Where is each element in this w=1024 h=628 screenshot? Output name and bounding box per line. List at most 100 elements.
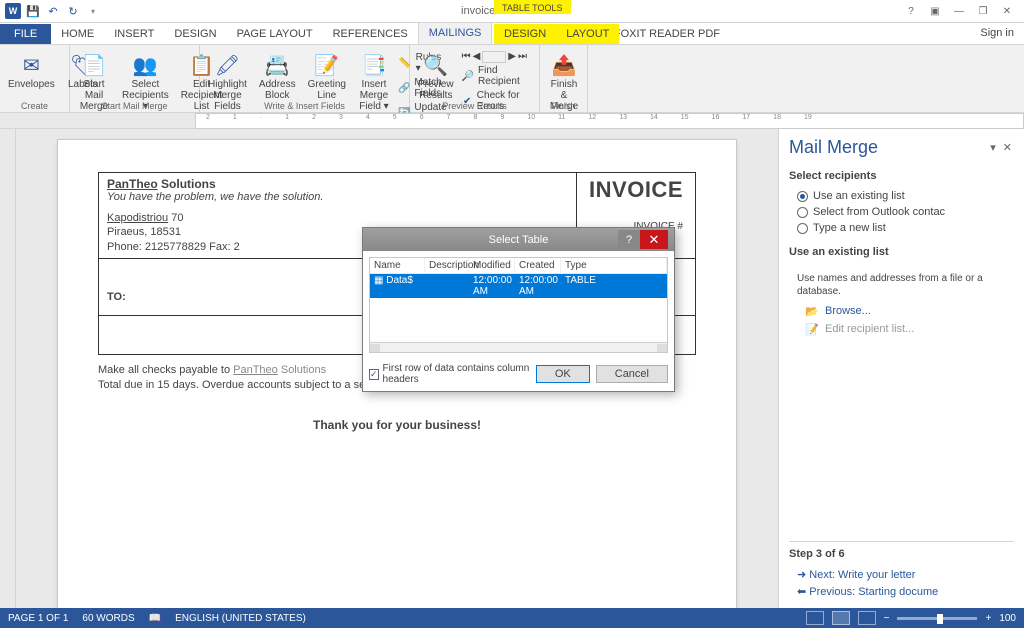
redo-icon[interactable]: ↻ [64, 2, 82, 20]
table-header-row: Name Description Modified Created Type [370, 258, 667, 274]
page-indicator[interactable]: PAGE 1 OF 1 [8, 613, 68, 624]
envelope-icon: ✉ [15, 51, 47, 79]
web-layout-button[interactable] [858, 611, 876, 625]
tab-insert[interactable]: INSERT [104, 24, 164, 44]
company-slogan: You have the problem, we have the soluti… [107, 191, 568, 203]
print-layout-button[interactable] [832, 611, 850, 625]
preview-results-button[interactable]: 🔍Preview Results [414, 49, 458, 103]
status-bar: PAGE 1 OF 1 60 WORDS 📖 ENGLISH (UNITED S… [0, 608, 1024, 628]
word-count[interactable]: 60 WORDS [82, 613, 134, 624]
table-list[interactable]: Name Description Modified Created Type ▦… [369, 257, 668, 353]
undo-icon[interactable]: ↶ [44, 2, 62, 20]
next-record-icon[interactable]: ▶ [508, 51, 516, 63]
company-name: PanTheo Solutions [107, 177, 568, 191]
find-icon: 🔎 [462, 69, 474, 83]
tab-design[interactable]: DESIGN [164, 24, 226, 44]
col-type[interactable]: Type [561, 258, 667, 273]
finish-icon: 📤 [548, 51, 580, 79]
col-created[interactable]: Created [515, 258, 561, 273]
tab-page-layout[interactable]: PAGE LAYOUT [227, 24, 323, 44]
edit-icon: 📝 [805, 323, 819, 335]
help-icon[interactable]: ? [904, 6, 918, 17]
qat-dropdown-icon[interactable]: ▾ [84, 2, 102, 20]
dialog-titlebar[interactable]: Select Table ? ✕ [363, 228, 674, 251]
read-mode-button[interactable] [806, 611, 824, 625]
dialog-close-button[interactable]: ✕ [640, 230, 668, 249]
col-modified[interactable]: Modified [469, 258, 515, 273]
ribbon: ✉Envelopes 🏷Labels Create 📄 Start Mail Me… [0, 45, 1024, 113]
radio-outlook-contacts[interactable]: Select from Outlook contac [789, 204, 1014, 220]
task-pane-menu[interactable]: ▾ ✕ [990, 141, 1014, 154]
zoom-level[interactable]: 100 [999, 613, 1016, 624]
prev-step-link[interactable]: ⬅ Previous: Starting docume [789, 583, 1014, 600]
select-recipients-header: Select recipients [789, 170, 1014, 182]
address-icon: 📇 [261, 51, 293, 79]
horizontal-ruler-area: 21·12345678910111213141516171819 [0, 113, 1024, 129]
folder-icon: 📂 [805, 305, 819, 317]
thank-you-text: Thank you for your business! [98, 418, 696, 432]
language-indicator[interactable]: ENGLISH (UNITED STATES) [175, 613, 306, 624]
table-row[interactable]: ▦ Data$ 12:00:00 AM 12:00:00 AM TABLE [370, 274, 667, 298]
save-icon[interactable]: 💾 [24, 2, 42, 20]
radio-icon [797, 191, 808, 202]
radio-use-existing-list[interactable]: Use an existing list [789, 188, 1014, 204]
minimize-icon[interactable]: — [952, 6, 966, 17]
first-row-headers-checkbox[interactable]: ✓ First row of data contains column head… [369, 363, 530, 385]
group-label: Finish [540, 101, 587, 111]
ribbon-display-icon[interactable]: ▣ [928, 6, 942, 17]
task-pane-footer: Step 3 of 6 ➜ Next: Write your letter ⬅ … [789, 541, 1014, 600]
last-record-icon[interactable]: ⏭ [518, 51, 527, 63]
ok-button[interactable]: OK [536, 365, 590, 383]
close-icon[interactable]: ✕ [1000, 6, 1014, 17]
tab-mailings[interactable]: MAILINGS [418, 22, 493, 44]
tab-file[interactable]: FILE [0, 24, 51, 44]
edit-recipient-list-link: 📝Edit recipient list... [789, 320, 1014, 338]
context-tab-header: TABLE TOOLS [494, 0, 571, 14]
cancel-button[interactable]: Cancel [596, 365, 668, 383]
next-step-link[interactable]: ➜ Next: Write your letter [789, 566, 1014, 583]
task-pane-title: Mail Merge ▾ ✕ [789, 137, 1014, 158]
tab-table-design[interactable]: DESIGN [494, 24, 556, 44]
greeting-line-button[interactable]: 📝Greeting Line [304, 49, 350, 103]
group-label: Start Mail Merge [70, 101, 199, 111]
find-recipient-button[interactable]: 🔎Find Recipient [462, 64, 535, 88]
tab-home[interactable]: HOME [51, 24, 104, 44]
record-nav[interactable]: ⏮ ◀ ▶ ⏭ [462, 51, 535, 63]
first-record-icon[interactable]: ⏮ [462, 51, 471, 63]
record-number-input[interactable] [482, 51, 506, 63]
recipients-icon: 👥 [129, 51, 161, 79]
signin-link[interactable]: Sign in [980, 27, 1014, 39]
radio-type-new-list[interactable]: Type a new list [789, 220, 1014, 236]
prev-record-icon[interactable]: ◀ [473, 51, 481, 63]
mail-merge-icon: 📄 [78, 51, 110, 79]
select-table-dialog: Select Table ? ✕ Name Description Modifi… [362, 227, 675, 392]
sheet-icon: ▦ [374, 275, 383, 286]
tab-table-layout[interactable]: LAYOUT [556, 24, 619, 44]
group-label: Create [0, 101, 69, 111]
horizontal-ruler[interactable]: 21·12345678910111213141516171819 [195, 113, 1024, 129]
title-bar: W 💾 ↶ ↻ ▾ invoices.docx - Word TABLE TOO… [0, 0, 1024, 23]
group-preview-results: 🔍Preview Results ⏮ ◀ ▶ ⏭ 🔎Find Recipient… [410, 45, 540, 112]
tab-references[interactable]: REFERENCES [323, 24, 418, 44]
match-icon: 🔗 [398, 81, 410, 95]
tab-foxit[interactable]: FOXIT READER PDF [604, 24, 730, 44]
vertical-ruler[interactable] [0, 129, 16, 608]
invoice-title: INVOICE [589, 177, 683, 203]
group-create: ✉Envelopes 🏷Labels Create [0, 45, 70, 112]
browse-link[interactable]: 📂Browse... [789, 302, 1014, 320]
zoom-out-button[interactable]: − [884, 613, 890, 624]
envelopes-button[interactable]: ✉Envelopes [4, 49, 59, 92]
group-write-insert: 🖍Highlight Merge Fields 📇Address Block 📝… [200, 45, 410, 112]
ribbon-tabs: FILE HOME INSERT DESIGN PAGE LAYOUT REFE… [0, 23, 1024, 45]
col-description[interactable]: Description [425, 258, 469, 273]
address-block-button[interactable]: 📇Address Block [255, 49, 300, 103]
proofing-icon[interactable]: 📖 [149, 613, 161, 624]
word-app-icon[interactable]: W [4, 2, 22, 20]
zoom-in-button[interactable]: + [985, 613, 991, 624]
hint-text: Use names and addresses from a file or a… [797, 272, 1014, 298]
col-name[interactable]: Name [370, 258, 425, 273]
restore-icon[interactable]: ❐ [976, 6, 990, 17]
horizontal-scrollbar[interactable] [370, 342, 667, 352]
dialog-help-button[interactable]: ? [618, 230, 640, 249]
zoom-slider[interactable] [897, 617, 977, 620]
